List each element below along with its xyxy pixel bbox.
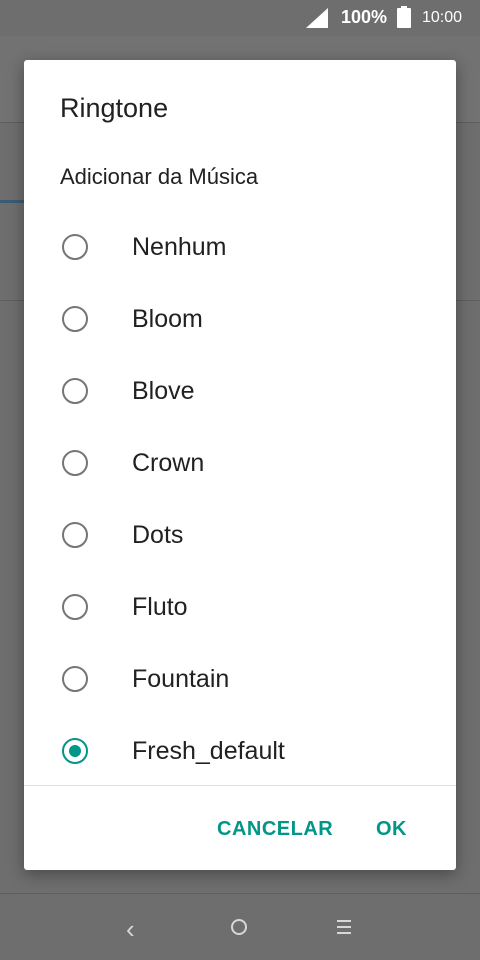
radio-button[interactable] [62,306,88,332]
ringtone-option-nenhum[interactable]: Nenhum [24,212,456,284]
radio-button-selected[interactable] [62,738,88,764]
ringtone-option-label: Bloom [132,305,203,333]
menu-icon[interactable] [337,920,351,938]
radio-button[interactable] [62,594,88,620]
navigation-bar: ‹ [0,894,480,960]
background-tab-indicator [0,200,24,203]
ringtone-option-fresh-default[interactable]: Fresh_default [24,716,456,788]
ringtone-option-bloom[interactable]: Bloom [24,284,456,356]
status-bar: 100% 10:00 [0,0,480,36]
back-icon[interactable]: ‹ [126,914,135,945]
ringtone-option-label: Fresh_default [132,737,285,765]
dialog-footer: CANCELAR OK [24,785,456,871]
ringtone-option-label: Blove [132,377,195,405]
ringtone-option-label: Dots [132,521,184,549]
cancel-button[interactable]: CANCELAR [217,818,333,841]
ringtone-option-label: Nenhum [132,233,227,261]
ringtone-option-dots[interactable]: Dots [24,500,456,572]
ringtone-option-label: Fountain [132,665,230,693]
ringtone-option-fountain[interactable]: Fountain [24,644,456,716]
battery-icon [397,6,411,28]
signal-icon [306,8,328,28]
ringtone-list: Nenhum Bloom Blove Crown Dots Fluto Foun… [24,212,456,788]
radio-button[interactable] [62,450,88,476]
battery-percent: 100% [341,7,388,27]
ringtone-option-crown[interactable]: Crown [24,428,456,500]
ok-button[interactable]: OK [376,818,407,841]
ringtone-option-label: Fluto [132,593,188,621]
radio-button[interactable] [62,522,88,548]
add-from-music-item[interactable]: Adicionar da Música [60,164,258,190]
radio-button[interactable] [62,378,88,404]
clock: 10:00 [422,9,463,26]
dialog-title: Ringtone [60,93,169,123]
radio-button[interactable] [62,234,88,260]
ringtone-option-blove[interactable]: Blove [24,356,456,428]
ringtone-option-label: Crown [132,449,205,477]
ringtone-dialog: Ringtone Adicionar da Música Nenhum Bloo… [24,60,456,870]
home-icon[interactable] [231,919,247,935]
radio-button[interactable] [62,666,88,692]
ringtone-option-fluto[interactable]: Fluto [24,572,456,644]
